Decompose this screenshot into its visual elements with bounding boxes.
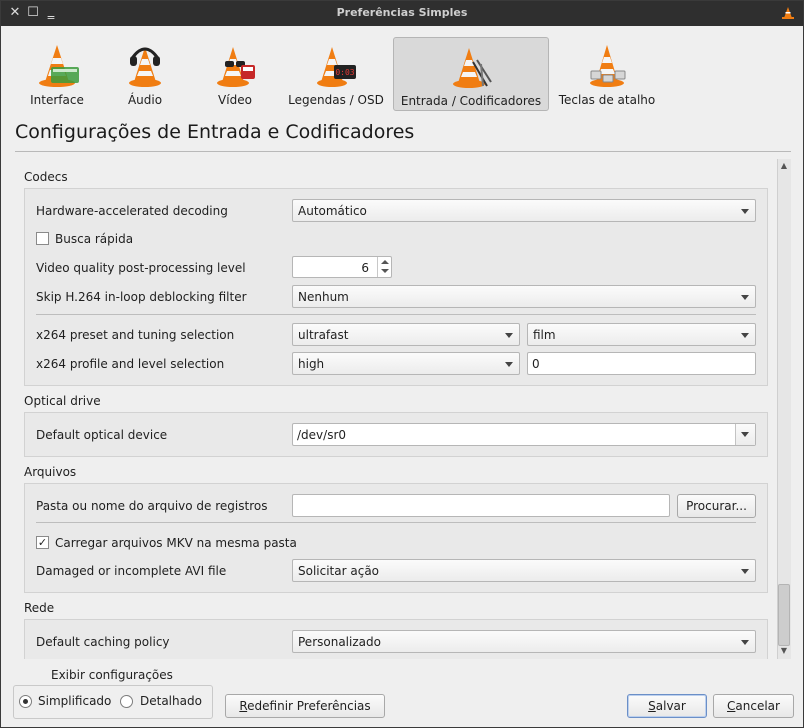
- network-section-title: Rede: [24, 601, 55, 615]
- simple-radio[interactable]: [19, 695, 32, 708]
- scroll-down-icon[interactable]: ▼: [779, 646, 789, 656]
- fast-seek-checkbox[interactable]: [36, 232, 49, 245]
- files-section-title: Arquivos: [24, 465, 77, 479]
- reset-mnemonic: R: [239, 699, 248, 713]
- optical-device-dropdown[interactable]: [735, 424, 755, 445]
- tab-audio-label: Áudio: [127, 93, 163, 107]
- pp-level-label: Video quality post-processing level: [36, 261, 246, 275]
- save-mnemonic: S: [648, 699, 656, 713]
- mkv-checkbox[interactable]: ✓: [36, 536, 49, 549]
- tab-video[interactable]: Vídeo: [197, 37, 273, 111]
- tab-interface-label: Interface: [30, 93, 84, 107]
- x264-level-input[interactable]: 0: [527, 352, 756, 375]
- chevron-down-icon: [741, 209, 749, 214]
- tab-interface[interactable]: Interface: [19, 37, 95, 111]
- cancel-button[interactable]: Cancelar: [713, 694, 794, 718]
- x264-tune-value: film: [533, 328, 556, 342]
- skip-h264-label: Skip H.264 in-loop deblocking filter: [36, 290, 247, 304]
- preferences-window: ✕ ☐ ‗ Preferências Simples Interface Áud…: [0, 0, 804, 728]
- hw-decoding-value: Automático: [298, 204, 367, 218]
- tab-input-codecs-label: Entrada / Codificadores: [400, 94, 542, 108]
- detailed-radio[interactable]: [120, 695, 133, 708]
- optical-device-value: /dev/sr0: [297, 428, 347, 442]
- heading-divider: [15, 151, 791, 152]
- x264-profile-label: x264 profile and level selection: [36, 357, 225, 371]
- simple-radio-label: Simplificado: [38, 694, 112, 708]
- optical-device-label: Default optical device: [36, 428, 168, 442]
- codecs-section-title: Codecs: [24, 170, 68, 184]
- x264-preset-value: ultrafast: [298, 328, 349, 342]
- mkv-label: Carregar arquivos MKV na mesma pasta: [55, 536, 297, 550]
- caching-label: Default caching policy: [36, 635, 170, 649]
- tab-video-label: Vídeo: [218, 93, 252, 107]
- reset-label: edefinir Preferências: [247, 699, 371, 713]
- vlc-cone-icon: [782, 7, 794, 19]
- show-settings-label: Exibir configurações: [51, 668, 173, 682]
- chevron-down-icon: [741, 640, 749, 645]
- spin-up-icon[interactable]: [381, 260, 389, 264]
- x264-preset-select[interactable]: ultrafast: [292, 323, 520, 346]
- hw-decoding-label: Hardware-accelerated decoding: [36, 204, 228, 218]
- chevron-down-icon: [505, 362, 513, 367]
- input-codecs-cone-icon: [453, 48, 492, 88]
- x264-profile-value: high: [298, 357, 325, 371]
- hotkeys-cone-icon: [590, 45, 626, 87]
- files-separator: [36, 522, 756, 523]
- tab-subtitles-label: Legendas / OSD: [288, 93, 384, 107]
- x264-preset-label: x264 preset and tuning selection: [36, 328, 235, 342]
- codecs-separator: [36, 314, 756, 315]
- window-title: Preferências Simples: [336, 6, 468, 19]
- subtitles-cone-icon: 0:03: [317, 47, 356, 87]
- titlebar: ✕ ☐ ‗ Preferências Simples: [1, 1, 803, 26]
- chevron-down-icon: [741, 295, 749, 300]
- optical-section-title: Optical drive: [24, 394, 101, 408]
- save-label: alvar: [655, 699, 686, 713]
- tab-subtitles-osd[interactable]: 0:03 Legendas / OSD: [285, 37, 387, 111]
- skip-h264-value: Nenhum: [298, 290, 349, 304]
- scroll-up-icon[interactable]: ▲: [779, 161, 789, 171]
- audio-cone-icon: [129, 47, 161, 87]
- scrollbar-thumb[interactable]: [778, 584, 790, 646]
- vertical-scrollbar[interactable]: ▲ ▼: [777, 159, 791, 659]
- interface-cone-icon: [39, 45, 79, 87]
- tab-hotkeys[interactable]: Teclas de atalho: [557, 37, 657, 111]
- spin-down-icon[interactable]: [381, 269, 389, 273]
- video-cone-icon: [217, 47, 255, 87]
- avi-select[interactable]: Solicitar ação: [292, 559, 756, 582]
- hw-decoding-select[interactable]: Automático: [292, 199, 756, 222]
- log-file-label: Pasta ou nome do arquivo de registros: [36, 499, 268, 513]
- pp-level-value: 6: [361, 261, 369, 275]
- chevron-down-icon: [505, 333, 513, 338]
- reset-preferences-button[interactable]: Redefinir Preferências: [225, 694, 385, 718]
- settings-scroll-area[interactable]: Codecs Hardware-accelerated decoding Aut…: [15, 159, 791, 659]
- x264-profile-select[interactable]: high: [292, 352, 520, 375]
- chevron-down-icon: [741, 333, 749, 338]
- browse-button[interactable]: Procurar...: [677, 494, 756, 518]
- tab-input-codecs[interactable]: Entrada / Codificadores: [393, 37, 549, 111]
- chevron-down-icon: [741, 432, 749, 437]
- avi-label: Damaged or incomplete AVI file: [36, 564, 227, 578]
- avi-value: Solicitar ação: [298, 564, 380, 578]
- cancel-label: ancelar: [735, 699, 780, 713]
- optical-device-combo[interactable]: /dev/sr0: [292, 423, 756, 446]
- spin-arrows[interactable]: [377, 257, 391, 277]
- caching-select[interactable]: Personalizado: [292, 630, 756, 653]
- skip-h264-select[interactable]: Nenhum: [292, 285, 756, 308]
- tab-audio[interactable]: Áudio: [107, 37, 183, 111]
- x264-tune-select[interactable]: film: [527, 323, 756, 346]
- tab-hotkeys-label: Teclas de atalho: [558, 93, 656, 107]
- category-tabs: Interface Áudio Vídeo 0:03 Legendas / OS…: [1, 31, 803, 115]
- page-title: Configurações de Entrada e Codificadores: [15, 121, 415, 143]
- svg-text:0:03: 0:03: [335, 68, 354, 77]
- chevron-down-icon: [741, 569, 749, 574]
- log-file-input[interactable]: [292, 494, 670, 517]
- caching-value: Personalizado: [298, 635, 381, 649]
- save-button[interactable]: Salvar: [627, 694, 707, 718]
- fast-seek-label: Busca rápida: [55, 232, 134, 246]
- pp-level-spinbox[interactable]: 6: [292, 256, 392, 278]
- detailed-radio-label: Detalhado: [140, 694, 202, 708]
